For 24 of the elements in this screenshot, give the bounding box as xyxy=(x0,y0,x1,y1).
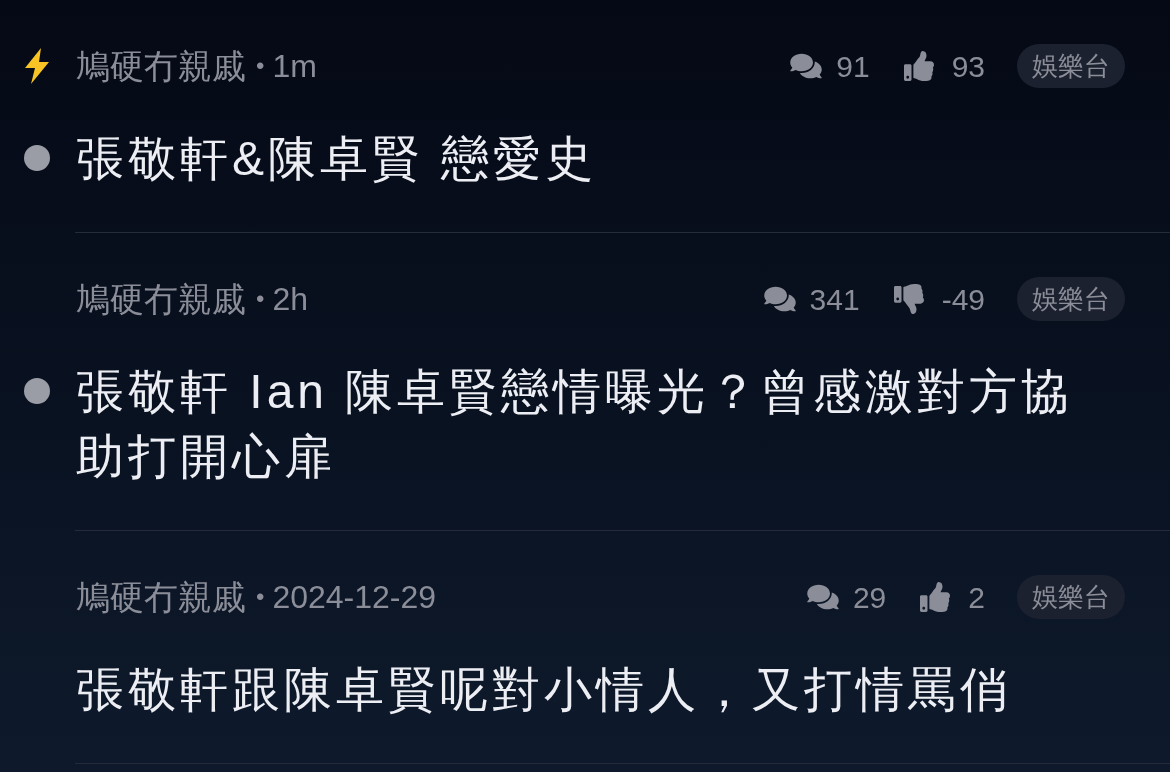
vote-count: 93 xyxy=(951,48,985,85)
comments-icon xyxy=(790,52,823,80)
separator-dot: • xyxy=(256,582,265,612)
vote-count: -49 xyxy=(941,281,985,318)
comments-icon xyxy=(763,285,796,313)
post-time: 1m xyxy=(272,47,317,86)
category-tag[interactable]: 娛樂台 xyxy=(1017,277,1125,321)
post-time: 2024-12-29 xyxy=(272,578,437,617)
author-name[interactable]: 鳩硬冇親戚 xyxy=(76,273,246,325)
category-tag[interactable]: 娛樂台 xyxy=(1017,44,1125,88)
post-title[interactable]: 張敬軒 Ian 陳卓賢戀情曝光？曾感激對方協助打開心扉 xyxy=(76,359,1125,489)
post-title[interactable]: 張敬軒跟陳卓賢呢對小情人，又打情罵俏 xyxy=(76,657,1012,722)
category-tag[interactable]: 娛樂台 xyxy=(1017,575,1125,619)
post-title[interactable]: 張敬軒&陳卓賢 戀愛史 xyxy=(76,126,598,191)
author-name[interactable]: 鳩硬冇親戚 xyxy=(76,571,246,623)
separator-dot: • xyxy=(256,284,265,314)
author-name[interactable]: 鳩硬冇親戚 xyxy=(76,40,246,92)
separator-dot: • xyxy=(256,51,265,81)
vote-count: 2 xyxy=(968,579,985,616)
comment-count: 341 xyxy=(809,281,860,318)
comments-icon xyxy=(806,583,839,611)
post-time: 2h xyxy=(272,280,308,319)
comment-count: 29 xyxy=(852,579,887,616)
comment-count: 91 xyxy=(836,48,870,85)
